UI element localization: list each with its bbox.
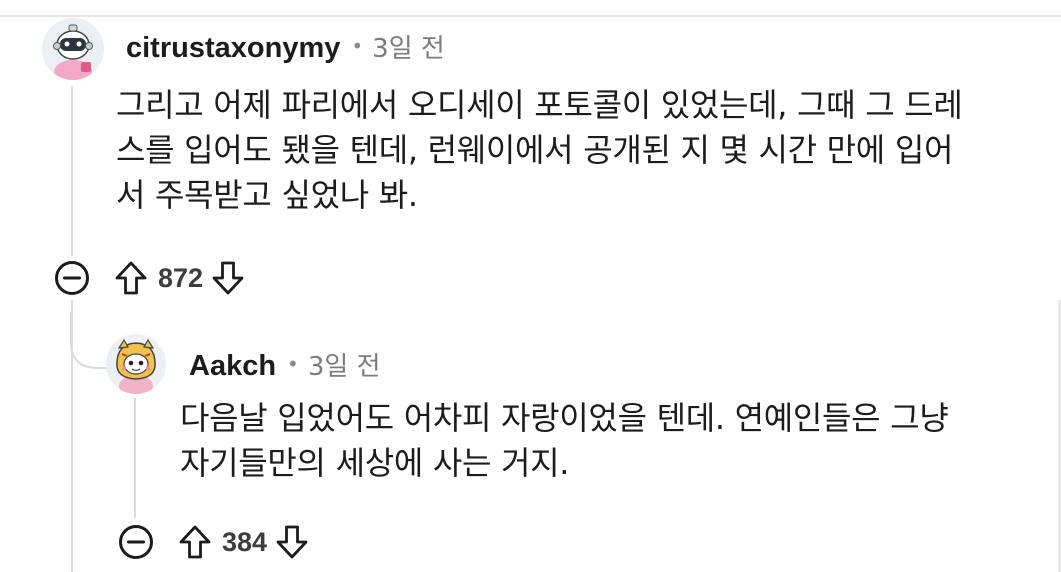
comment-text-line: 스를 입어도 됐을 텐데, 런웨이에서 공개된 지 몇 시간 만에 입어 <box>116 131 954 169</box>
vote-score: 384 <box>222 526 268 557</box>
timestamp[interactable]: 3일 전 <box>308 346 381 383</box>
comment-actions: 384 <box>118 522 311 562</box>
collapse-button[interactable] <box>54 260 90 296</box>
upvote-button[interactable] <box>176 522 214 562</box>
upvote-button[interactable] <box>112 258 150 298</box>
tiger-hood-snoo-avatar-icon[interactable] <box>106 334 166 394</box>
downvote-button[interactable] <box>209 258 247 298</box>
timestamp[interactable]: 3일 전 <box>372 28 445 65</box>
comment-thread: citrustaxonymy • 3일 전 그리고 어제 파리에서 오디세이 포… <box>0 0 1061 572</box>
username[interactable]: citrustaxonymy <box>126 32 340 65</box>
comment-text-line: 그리고 어제 파리에서 오디세이 포토콜이 있었는데, 그때 그 드레 <box>116 86 963 124</box>
meta-separator: • <box>351 34 364 58</box>
comment-header: Aakch • 3일 전 <box>189 346 381 383</box>
downvote-button[interactable] <box>273 522 311 562</box>
comment-text-line: 다음날 입었어도 어차피 자랑이었을 텐데. 연예인들은 그냥 <box>180 399 949 437</box>
comment-header: citrustaxonymy • 3일 전 <box>126 28 445 65</box>
upvote-arrow-icon <box>179 525 211 559</box>
downvote-arrow-icon <box>276 525 308 559</box>
thread-line-top <box>71 86 73 256</box>
comment-text-line: 자기들만의 세상에 사는 거지. <box>180 444 570 482</box>
comment-body: 그리고 어제 파리에서 오디세이 포토콜이 있었는데, 그때 그 드레 스를 입… <box>116 83 963 218</box>
divider <box>0 15 1061 17</box>
collapse-minus-icon <box>119 525 153 559</box>
comment-actions: 872 <box>54 258 247 298</box>
comment-body: 다음날 입었어도 어차피 자랑이었을 텐데. 연예인들은 그냥 자기들만의 세상… <box>180 396 949 486</box>
comment-text-line: 서 주목받고 싶었나 봐. <box>116 176 418 214</box>
collapse-button[interactable] <box>118 524 154 560</box>
collapse-minus-icon <box>55 261 89 295</box>
meta-separator: • <box>287 352 299 376</box>
thread-line-reply-top <box>134 398 136 518</box>
downvote-arrow-icon <box>212 261 244 295</box>
robot-snoo-avatar-icon[interactable] <box>42 18 104 80</box>
username[interactable]: Aakch <box>189 350 276 383</box>
vote-score: 872 <box>158 262 204 293</box>
upvote-arrow-icon <box>115 261 147 295</box>
